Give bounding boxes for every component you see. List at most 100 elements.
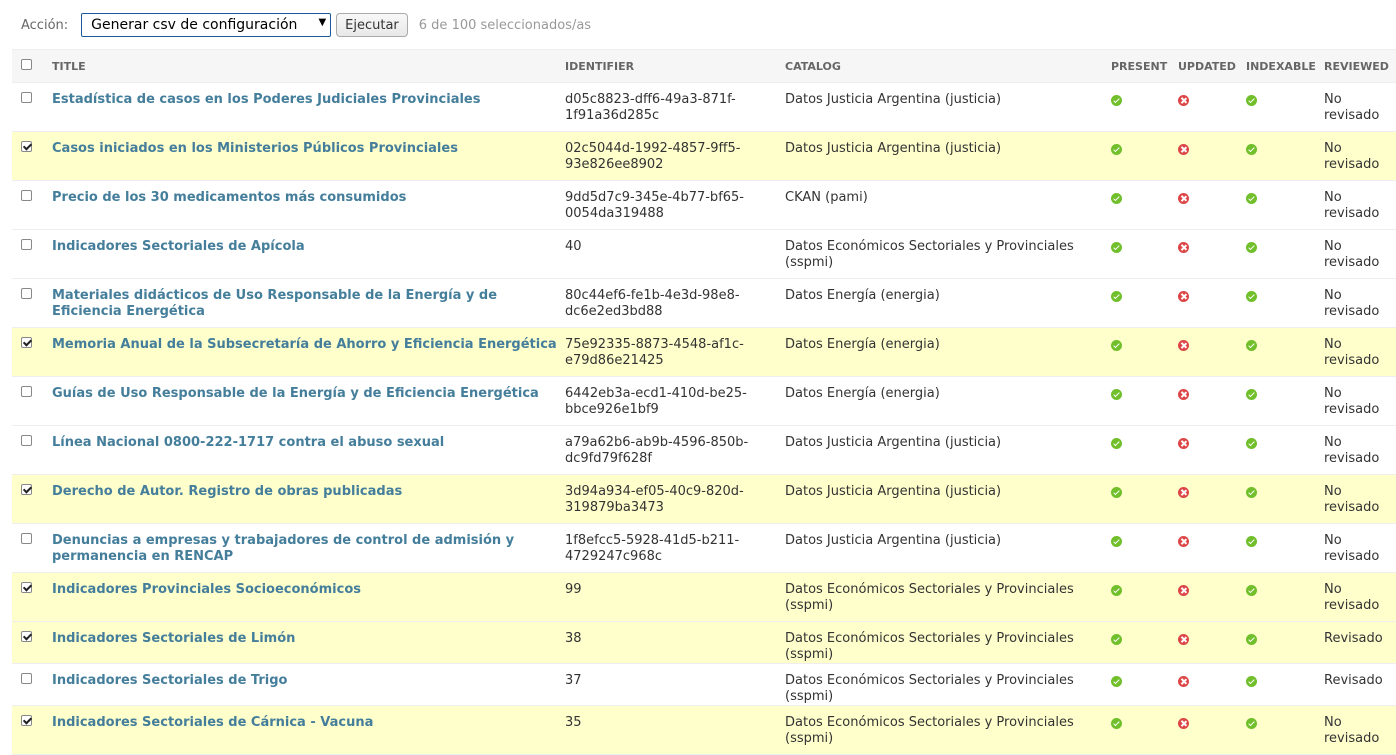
identifier-cell: 6442eb3a-ecd1-410d-be25-bbce926e1bf9: [561, 376, 781, 426]
column-header-updated[interactable]: UPDATED: [1174, 49, 1242, 83]
row-checkbox[interactable]: [21, 631, 32, 642]
title-link[interactable]: Memoria Anual de la Subsecretaría de Aho…: [52, 337, 557, 352]
catalog-cell: Datos Justicia Argentina (justicia): [781, 425, 1107, 475]
check-circle-icon: [1111, 144, 1122, 155]
updated-cell: [1174, 229, 1242, 279]
reviewed-cell: No revisado: [1320, 131, 1396, 181]
check-circle-icon: [1111, 585, 1122, 596]
title-link[interactable]: Indicadores Sectoriales de Trigo: [52, 673, 287, 688]
identifier-cell: 38: [561, 621, 781, 664]
row-select-cell: [12, 376, 48, 426]
check-circle-icon: [1111, 95, 1122, 106]
check-circle-icon: [1111, 536, 1122, 547]
title-link[interactable]: Línea Nacional 0800-222-1717 contra el a…: [52, 435, 444, 450]
x-circle-icon: [1178, 242, 1189, 253]
reviewed-cell: No revisado: [1320, 327, 1396, 377]
updated-cell: [1174, 425, 1242, 475]
row-select-cell: [12, 663, 48, 706]
updated-cell: [1174, 621, 1242, 664]
present-cell: [1107, 229, 1174, 279]
title-link[interactable]: Denuncias a empresas y trabajadores de c…: [52, 533, 514, 564]
check-circle-icon: [1246, 340, 1257, 351]
action-select[interactable]: Generar csv de configuración ▼: [81, 13, 332, 37]
table-row: Indicadores Sectoriales de Apícola 40 Da…: [12, 229, 1396, 279]
row-checkbox[interactable]: [21, 141, 32, 152]
actions-bar: Acción: Generar csv de configuración ▼ E…: [0, 0, 1396, 50]
present-cell: [1107, 425, 1174, 475]
check-circle-icon: [1246, 585, 1257, 596]
identifier-cell: 02c5044d-1992-4857-9ff5-93e826ee8902: [561, 131, 781, 181]
title-link[interactable]: Indicadores Sectoriales de Limón: [52, 631, 295, 646]
title-link[interactable]: Indicadores Sectoriales de Cárnica - Vac…: [52, 715, 373, 730]
identifier-cell: 40: [561, 229, 781, 279]
column-header-indexable[interactable]: INDEXABLE: [1242, 49, 1320, 83]
title-cell: Indicadores Sectoriales de Limón: [48, 621, 561, 664]
row-checkbox[interactable]: [21, 288, 32, 299]
title-link[interactable]: Indicadores Sectoriales de Apícola: [52, 239, 305, 254]
title-link[interactable]: Precio de los 30 medicamentos más consum…: [52, 190, 406, 205]
row-select-cell: [12, 523, 48, 573]
title-link[interactable]: Estadística de casos en los Poderes Judi…: [52, 92, 481, 107]
column-header-title[interactable]: TITLE: [48, 49, 561, 83]
x-circle-icon: [1178, 144, 1189, 155]
row-select-cell: [12, 327, 48, 377]
row-checkbox[interactable]: [21, 92, 32, 103]
column-header-identifier[interactable]: IDENTIFIER: [561, 49, 781, 83]
title-link[interactable]: Indicadores Provinciales Socioeconómicos: [52, 582, 361, 597]
title-cell: Denuncias a empresas y trabajadores de c…: [48, 523, 561, 573]
title-cell: Memoria Anual de la Subsecretaría de Aho…: [48, 327, 561, 377]
x-circle-icon: [1178, 536, 1189, 547]
catalog-cell: Datos Justicia Argentina (justicia): [781, 131, 1107, 181]
indexable-cell: [1242, 327, 1320, 377]
x-circle-icon: [1178, 585, 1189, 596]
table-row: Estadística de casos en los Poderes Judi…: [12, 82, 1396, 132]
row-checkbox[interactable]: [21, 533, 32, 544]
title-link[interactable]: Casos iniciados en los Ministerios Públi…: [52, 141, 458, 156]
check-circle-icon: [1111, 389, 1122, 400]
row-checkbox[interactable]: [21, 715, 32, 726]
x-circle-icon: [1178, 718, 1189, 729]
check-circle-icon: [1111, 242, 1122, 253]
check-circle-icon: [1111, 487, 1122, 498]
catalog-cell: Datos Económicos Sectoriales y Provincia…: [781, 663, 1107, 706]
column-header-reviewed[interactable]: REVIEWED: [1320, 49, 1396, 83]
row-checkbox[interactable]: [21, 582, 32, 593]
table-row: Indicadores Sectoriales de Trigo 37 Dato…: [12, 663, 1396, 706]
title-cell: Precio de los 30 medicamentos más consum…: [48, 180, 561, 230]
row-checkbox[interactable]: [21, 435, 32, 446]
updated-cell: [1174, 705, 1242, 755]
indexable-cell: [1242, 425, 1320, 475]
column-header-present[interactable]: PRESENT: [1107, 49, 1174, 83]
x-circle-icon: [1178, 487, 1189, 498]
indexable-cell: [1242, 82, 1320, 132]
title-link[interactable]: Guías de Uso Responsable de la Energía y…: [52, 386, 539, 401]
row-select-cell: [12, 572, 48, 622]
x-circle-icon: [1178, 193, 1189, 204]
row-checkbox[interactable]: [21, 673, 32, 684]
row-checkbox[interactable]: [21, 484, 32, 495]
title-link[interactable]: Derecho de Autor. Registro de obras publ…: [52, 484, 402, 499]
row-checkbox[interactable]: [21, 386, 32, 397]
row-checkbox[interactable]: [21, 239, 32, 250]
title-cell: Guías de Uso Responsable de la Energía y…: [48, 376, 561, 426]
present-cell: [1107, 278, 1174, 328]
table-row: Materiales didácticos de Uso Responsable…: [12, 278, 1396, 328]
execute-button[interactable]: Ejecutar: [336, 13, 408, 37]
x-circle-icon: [1178, 291, 1189, 302]
table-row: Indicadores Provinciales Socioeconómicos…: [12, 572, 1396, 622]
column-header-catalog[interactable]: CATALOG: [781, 49, 1107, 83]
row-checkbox[interactable]: [21, 337, 32, 348]
check-circle-icon: [1246, 718, 1257, 729]
table-row: Indicadores Sectoriales de Limón 38 Dato…: [12, 621, 1396, 664]
select-all-checkbox[interactable]: [21, 59, 32, 70]
present-cell: [1107, 82, 1174, 132]
check-circle-icon: [1246, 144, 1257, 155]
table-row: Casos iniciados en los Ministerios Públi…: [12, 131, 1396, 181]
title-link[interactable]: Materiales didácticos de Uso Responsable…: [52, 288, 497, 319]
identifier-cell: a79a62b6-ab9b-4596-850b-dc9fd79f628f: [561, 425, 781, 475]
catalog-cell: Datos Económicos Sectoriales y Provincia…: [781, 705, 1107, 755]
identifier-cell: 99: [561, 572, 781, 622]
title-cell: Casos iniciados en los Ministerios Públi…: [48, 131, 561, 181]
reviewed-cell: No revisado: [1320, 572, 1396, 622]
row-checkbox[interactable]: [21, 190, 32, 201]
